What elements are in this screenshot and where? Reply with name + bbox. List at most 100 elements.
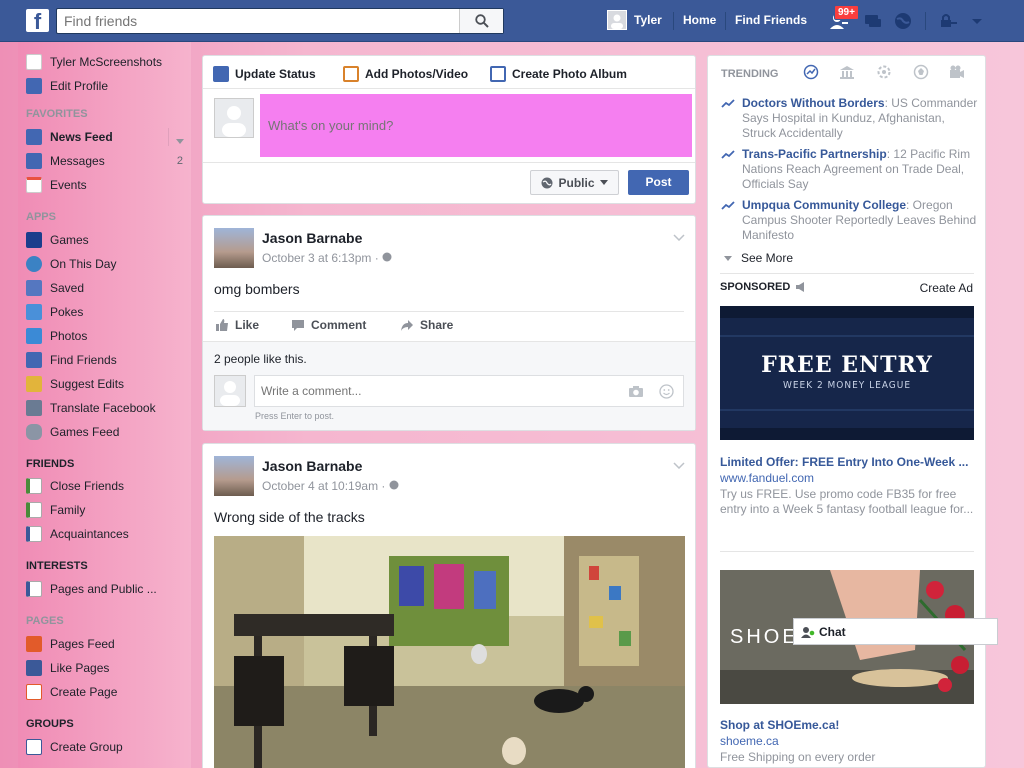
news-feed-options-icon[interactable] <box>176 134 184 148</box>
sidebar-item-photos[interactable]: Photos <box>26 326 87 346</box>
notifications-globe-icon[interactable] <box>892 10 914 32</box>
apps-header: APPS <box>26 211 56 223</box>
ad-url[interactable]: shoeme.ca <box>720 734 974 748</box>
trending-top-icon[interactable] <box>803 64 819 80</box>
sidebar-item-acquaintances[interactable]: Acquaintances <box>26 524 129 544</box>
post-author[interactable]: Jason Barnabe <box>262 458 362 474</box>
sponsored-header: SPONSORED <box>720 281 806 293</box>
sidebar-item-pokes[interactable]: Pokes <box>26 302 83 322</box>
sidebar-item-label: Family <box>50 503 86 517</box>
privacy-selector[interactable]: Public <box>530 170 619 195</box>
ad-text[interactable]: Shop at SHOEme.ca! shoeme.ca Free Shippi… <box>720 718 974 765</box>
post-author[interactable]: Jason Barnabe <box>262 230 362 246</box>
sidebar-item-saved[interactable]: Saved <box>26 278 84 298</box>
sponsored-label: SPONSORED <box>720 281 791 293</box>
right-column: TRENDING Doctors Without Borders: US Com… <box>707 55 986 768</box>
sidebar-item-pages-feed[interactable]: Pages Feed <box>26 634 115 654</box>
like-button[interactable]: Like <box>215 318 259 332</box>
saved-icon <box>26 280 42 296</box>
sidebar-item-profile[interactable]: Tyler McScreenshots <box>26 52 162 72</box>
translate-icon <box>26 400 42 416</box>
sidebar-item-translate[interactable]: Translate Facebook <box>26 398 156 418</box>
comment-input[interactable] <box>255 376 615 406</box>
timestamp-text[interactable]: October 4 at 10:19am · <box>262 479 389 493</box>
privacy-label: Public <box>558 175 595 190</box>
like-pages-icon <box>26 660 42 676</box>
sidebar-item-pages-public[interactable]: Pages and Public ... <box>26 579 157 599</box>
camera-icon[interactable] <box>628 385 644 398</box>
sidebar-item-family[interactable]: Family <box>26 500 85 520</box>
sidebar-item-create-group[interactable]: Create Group <box>26 737 123 757</box>
post-photo[interactable] <box>214 536 685 768</box>
trending-title[interactable]: Trans-Pacific Partnership <box>742 147 887 161</box>
ad-title[interactable]: Limited Offer: FREE Entry Into One-Week … <box>720 455 974 469</box>
sidebar-item-suggest-edits[interactable]: Suggest Edits <box>26 374 124 394</box>
post-options-icon[interactable] <box>673 230 685 244</box>
chevron-down-icon <box>599 180 608 185</box>
sidebar-item-games[interactable]: Games <box>26 230 89 250</box>
tab-update-status[interactable]: Update Status <box>213 66 316 82</box>
ad-text[interactable]: Limited Offer: FREE Entry Into One-Week … <box>720 455 974 517</box>
status-input[interactable] <box>260 94 692 157</box>
trending-title[interactable]: Umpqua Community College <box>742 198 906 212</box>
facebook-logo[interactable]: f <box>26 9 49 34</box>
sidebar-item-events[interactable]: Events <box>26 175 87 195</box>
post-timestamp: October 4 at 10:19am · <box>262 479 399 493</box>
sidebar-item-edit-profile[interactable]: Edit Profile <box>26 76 108 96</box>
ad-title[interactable]: Shop at SHOEme.ca! <box>720 718 974 732</box>
sidebar-item-label: On This Day <box>50 257 117 271</box>
sidebar-item-news-feed[interactable]: News Feed <box>26 127 113 147</box>
sidebar-item-like-pages[interactable]: Like Pages <box>26 658 109 678</box>
comment-button[interactable]: Comment <box>291 318 366 332</box>
profile-link[interactable]: Tyler <box>634 13 662 27</box>
trending-sports-icon[interactable] <box>913 64 929 80</box>
search-button[interactable] <box>459 9 503 33</box>
search-input[interactable] <box>57 9 457 33</box>
account-menu-icon[interactable] <box>966 10 988 32</box>
tab-add-photos[interactable]: Add Photos/Video <box>343 66 468 82</box>
post-options-icon[interactable] <box>673 458 685 472</box>
author-avatar[interactable] <box>214 228 254 268</box>
trending-item[interactable]: Doctors Without Borders: US Commander Sa… <box>721 96 978 141</box>
sidebar-item-on-this-day[interactable]: On This Day <box>26 254 116 274</box>
ad-banner-subtitle: WEEK 2 MONEY LEAGUE <box>782 380 912 391</box>
trending-science-icon[interactable] <box>876 64 892 80</box>
trending-politics-icon[interactable] <box>839 64 855 80</box>
messages-icon <box>26 153 42 169</box>
pencil-icon <box>213 66 229 82</box>
edit-profile-icon <box>26 78 42 94</box>
post-button[interactable]: Post <box>628 170 689 195</box>
on-this-day-icon <box>26 256 42 272</box>
user-avatar[interactable] <box>607 10 627 30</box>
trending-title[interactable]: Doctors Without Borders <box>742 96 885 110</box>
home-link[interactable]: Home <box>683 13 716 27</box>
sidebar-item-label: Close Friends <box>50 479 125 493</box>
author-avatar[interactable] <box>214 456 254 496</box>
trending-item[interactable]: Trans-Pacific Partnership: 12 Pacific Ri… <box>721 147 978 192</box>
sidebar-item-find-friends[interactable]: Find Friends <box>26 350 117 370</box>
sidebar-item-create-page[interactable]: Create Page <box>26 682 117 702</box>
tab-label: Create Photo Album <box>512 67 627 81</box>
see-more-link[interactable]: See More <box>724 251 793 265</box>
sidebar-item-label: News Feed <box>50 130 113 144</box>
tab-create-album[interactable]: Create Photo Album <box>490 66 627 82</box>
share-button[interactable]: Share <box>400 318 453 332</box>
ad-url[interactable]: www.fanduel.com <box>720 471 974 485</box>
trending-item[interactable]: Umpqua Community College: Oregon Campus … <box>721 198 978 243</box>
find-friends-link[interactable]: Find Friends <box>735 13 807 27</box>
create-ad-link[interactable]: Create Ad <box>920 281 973 295</box>
sidebar-item-close-friends[interactable]: Close Friends <box>26 476 124 496</box>
album-icon <box>490 66 506 82</box>
messages-icon[interactable] <box>862 10 884 32</box>
trending-entertainment-icon[interactable] <box>949 64 965 80</box>
sidebar-item-games-feed[interactable]: Games Feed <box>26 422 119 442</box>
status-composer: Update Status Add Photos/Video Create Ph… <box>202 55 696 204</box>
timestamp-text[interactable]: October 3 at 6:13pm · <box>262 251 382 265</box>
left-sidebar: Tyler McScreenshots Edit Profile FAVORIT… <box>18 42 191 768</box>
chat-tab[interactable]: Chat <box>793 618 998 645</box>
privacy-shortcuts-icon[interactable] <box>938 10 960 32</box>
likes-summary[interactable]: 2 people like this. <box>214 352 307 366</box>
emoji-icon[interactable] <box>659 384 674 399</box>
ad-image[interactable]: FREE ENTRY WEEK 2 MONEY LEAGUE <box>720 306 974 440</box>
sidebar-item-messages[interactable]: Messages <box>26 151 105 171</box>
